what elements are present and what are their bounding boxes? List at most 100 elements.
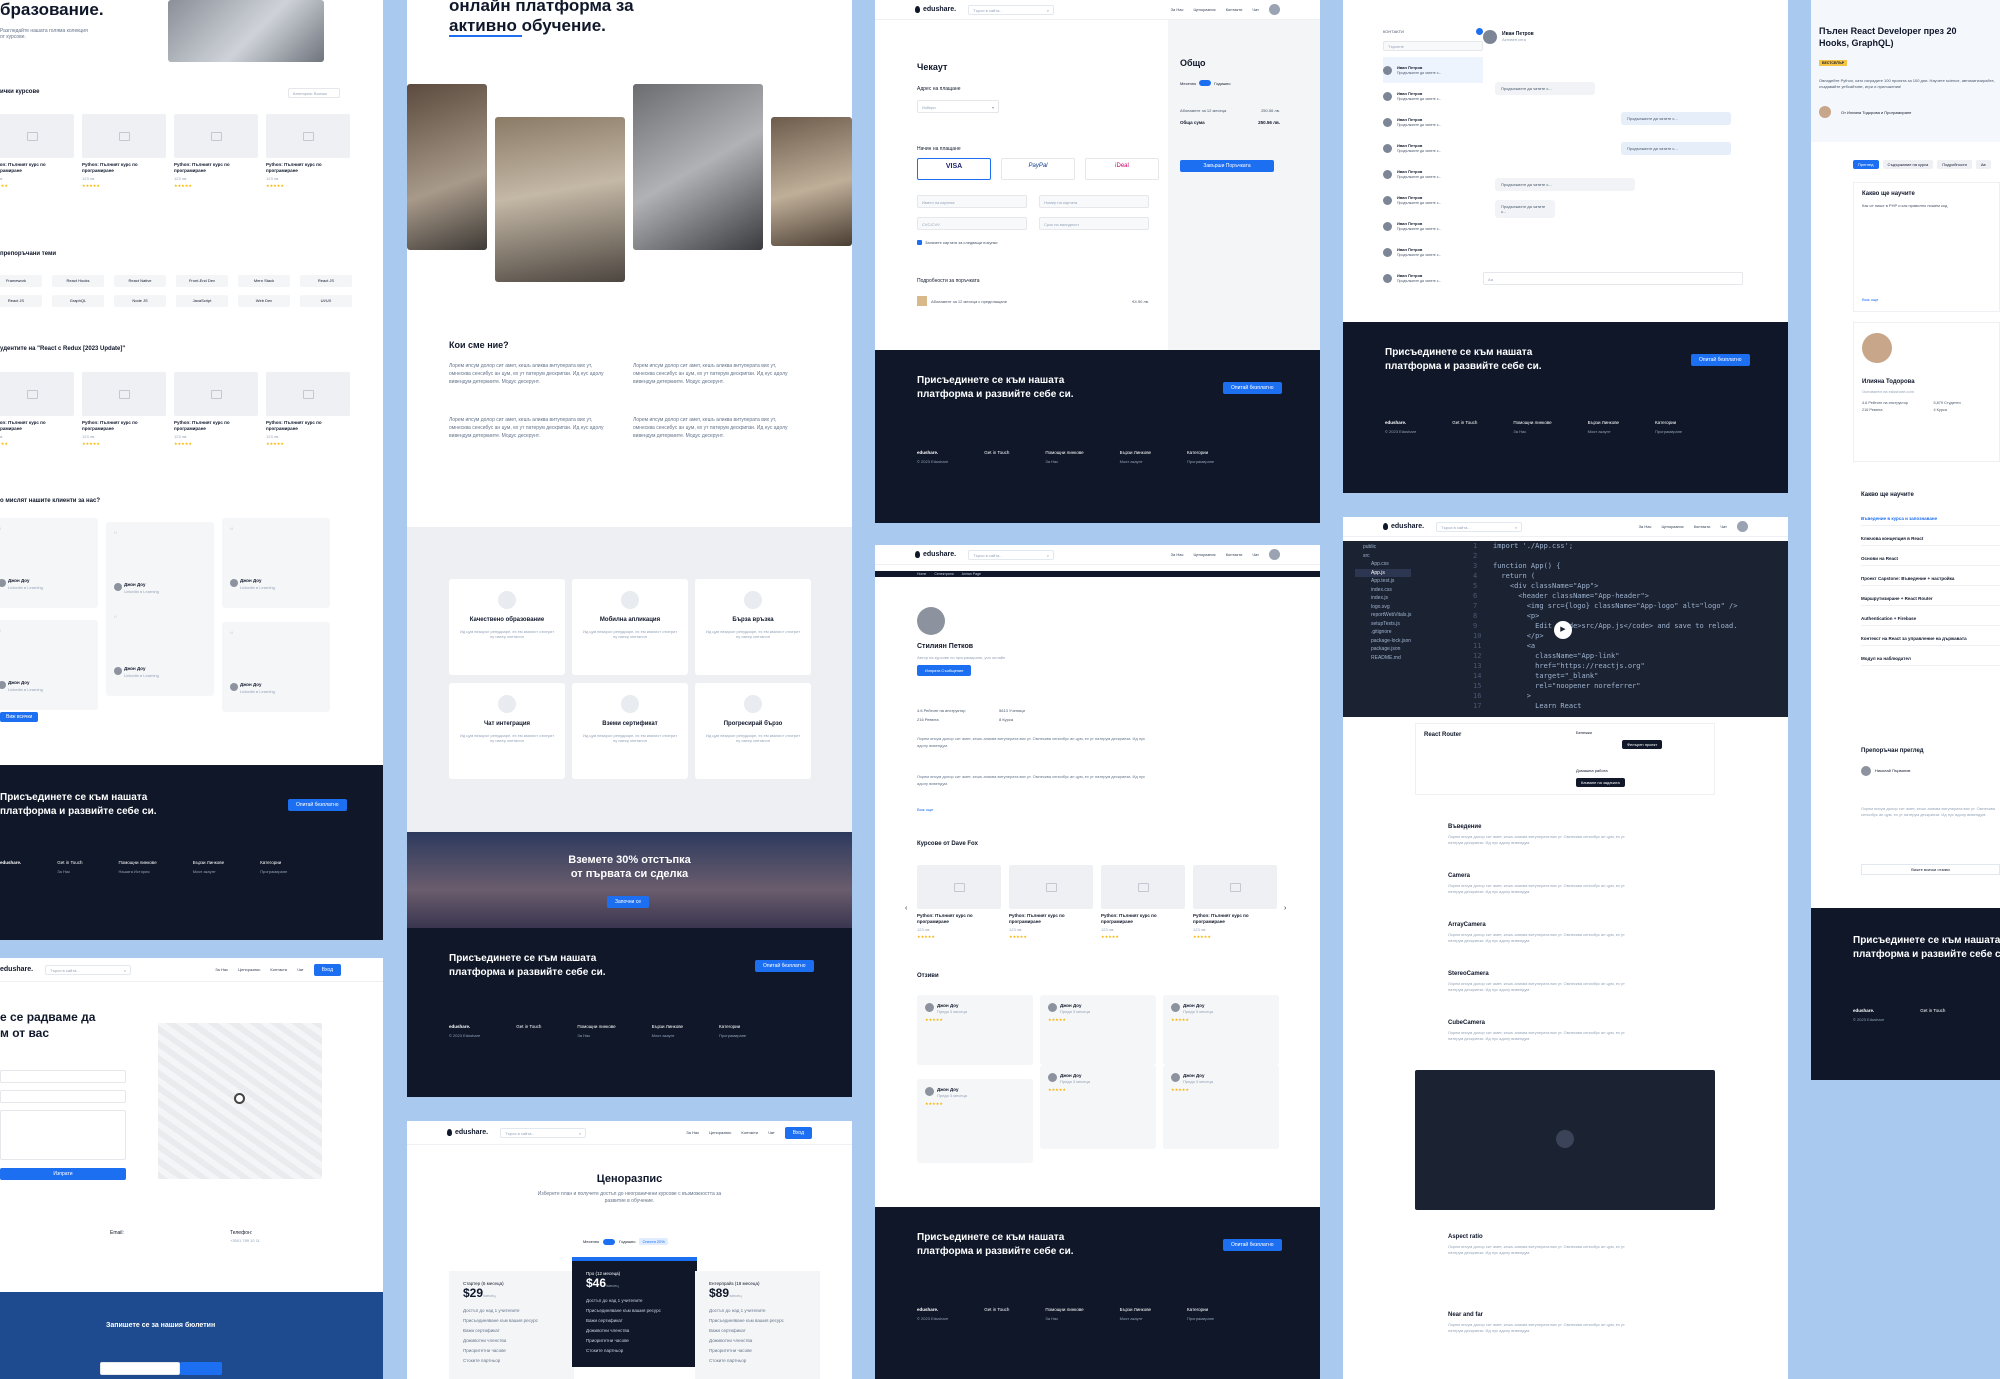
nav-pricing[interactable]: Ценоразпис	[1661, 524, 1683, 529]
billing-toggle[interactable]: Месечно Годишно Спести 20%	[583, 1238, 668, 1245]
nav-chat[interactable]: Чат	[1252, 7, 1259, 12]
search-input[interactable]: Търси в сайта... ⌕	[968, 549, 1055, 560]
topic-chip[interactable]: Node JS	[114, 295, 166, 307]
user-avatar[interactable]	[1269, 4, 1280, 15]
contacts-search[interactable]: Търсене	[1383, 41, 1483, 51]
login-button[interactable]: Вход	[784, 1126, 812, 1139]
contact-item[interactable]: Иван Петров Продължихте да чатите с...	[1383, 187, 1483, 213]
file-tree-item[interactable]: src	[1355, 552, 1411, 561]
file-tree-item[interactable]: README.md	[1355, 654, 1411, 663]
nav-contacts[interactable]: Контакти	[270, 967, 287, 972]
checkbox[interactable]	[917, 240, 922, 245]
carousel-prev-icon[interactable]: ‹	[905, 905, 907, 912]
course-card[interactable]: Python: Пълният курс по програмиране 123 …	[82, 372, 166, 452]
plan-card[interactable]: Ентерпрайз (18 месеца) $89/месец Достъп до…	[695, 1271, 820, 1379]
expiry-input[interactable]: Срок на валидност	[1039, 217, 1149, 230]
search-input[interactable]: Търси в сайта... ⌕	[500, 1127, 587, 1138]
file-tree-item[interactable]: reportWebVitals.js	[1355, 611, 1411, 620]
send-message-button[interactable]: Изпрати Съобщение	[917, 665, 972, 676]
nav-chat[interactable]: Чат	[1720, 524, 1727, 529]
remember-card[interactable]: Запазете картата за следващи покупки	[917, 240, 998, 245]
file-tree-item[interactable]: package-lock.json	[1355, 637, 1411, 646]
module-item[interactable]: Въведение в курса и запознаване	[1861, 516, 2000, 526]
brand-logo[interactable]: edushare.	[447, 1129, 488, 1136]
topic-chip[interactable]: Web Dev	[238, 295, 290, 307]
cvc-input[interactable]: CVC/CVV	[917, 217, 1027, 230]
nav-contacts[interactable]: Контакти	[741, 1130, 758, 1135]
topic-chip[interactable]: React Native	[114, 275, 166, 287]
course-card[interactable]: Python: Пълният курс по програмиране 123 …	[917, 865, 1001, 945]
send-button[interactable]: Изпрати	[0, 1168, 126, 1180]
plan-card[interactable]: Про (12 месеца) $46/месец Достъп до над 1 …	[572, 1257, 697, 1367]
nav-about[interactable]: За Нас	[686, 1130, 699, 1135]
card-number-input[interactable]: Номер на картата	[1039, 195, 1149, 208]
footer-cta-button[interactable]: Опитай безплатно	[1223, 1239, 1282, 1251]
course-card[interactable]: Python: Пълният курс по програмиране 123 …	[1193, 865, 1277, 945]
file-tree-item[interactable]: App.js	[1355, 568, 1412, 577]
nav-chat[interactable]: Чат	[1252, 552, 1259, 557]
file-tree-item[interactable]: index.js	[1355, 594, 1411, 603]
user-avatar[interactable]	[1269, 549, 1280, 560]
nav-about[interactable]: За Нас	[1171, 552, 1184, 557]
course-card[interactable]: Python: Пълният курс по програмиране 123 …	[174, 372, 258, 452]
tab-author[interactable]: Ав	[1975, 160, 1991, 169]
brand-logo[interactable]: edushare.	[915, 6, 956, 13]
module-item[interactable]: Контекст на React за управление на държа…	[1861, 636, 2000, 646]
nav-pricing[interactable]: Ценоразпис	[1193, 552, 1215, 557]
topic-chip[interactable]: JavaScript	[176, 295, 228, 307]
brand-logo[interactable]: edushare.	[0, 966, 33, 973]
course-card[interactable]: Python: Пълният курс по програмиране 123 …	[174, 114, 258, 194]
topic-chip[interactable]: Front-End Dev	[176, 275, 228, 287]
file-tree-item[interactable]: package.json	[1355, 645, 1411, 654]
module-item[interactable]: Маршрутизиране + React Router	[1861, 596, 2000, 606]
play-icon[interactable]: ▶	[1554, 621, 1572, 639]
summary-billing-toggle[interactable]: Месечно Годишно	[1180, 80, 1230, 86]
topic-chip[interactable]: Mern Stack	[238, 275, 290, 287]
download-button[interactable]: Фелърен проект	[1622, 740, 1663, 749]
contact-item[interactable]: Иван Петров Продължихте да чатите с...	[1383, 109, 1483, 135]
contact-item[interactable]: Иван Петров Продължихте да чатите с...	[1383, 83, 1483, 109]
name-field[interactable]	[0, 1070, 126, 1083]
file-tree-item[interactable]: App.css	[1355, 560, 1411, 569]
brand-logo[interactable]: edushare.	[915, 551, 956, 558]
file-tree-item[interactable]: .gitignore	[1355, 628, 1411, 637]
course-card[interactable]: Python: Пълният курс по програмиране 123 …	[0, 114, 74, 194]
see-all-button[interactable]: Виж всички	[0, 712, 39, 722]
module-item[interactable]: Ключова концепция в React	[1861, 536, 2000, 546]
video-player[interactable]: public src App.css App.js App.test.js index.c…	[1343, 541, 1788, 717]
module-item[interactable]: Основи на React	[1861, 556, 2000, 566]
course-card[interactable]: Python: Пълният курс по програмиране 123 …	[0, 372, 74, 452]
pay-visa[interactable]: VISA	[917, 158, 991, 180]
nav-contacts[interactable]: Контакти	[1226, 552, 1243, 557]
new-chat-icon[interactable]	[1476, 28, 1483, 35]
file-tree-item[interactable]: public	[1355, 543, 1411, 552]
footer-link[interactable]: За Нас	[57, 869, 70, 874]
search-input[interactable]: Търси в сайта... ⌕	[1436, 521, 1523, 532]
see-more-link[interactable]: Виж още	[1862, 297, 1878, 302]
country-select[interactable]: Избери ▾	[917, 100, 999, 113]
billing-monthly[interactable]: Месечно	[583, 1239, 599, 1244]
footer-cta-button[interactable]: Опитай безплатно	[1223, 382, 1282, 394]
message-input[interactable]: Аа	[1483, 272, 1743, 285]
nav-pricing[interactable]: Ценоразпис	[1193, 7, 1215, 12]
topic-chip[interactable]: UI/UX	[300, 295, 352, 307]
newsletter-email-input[interactable]	[100, 1362, 180, 1375]
tab-overview[interactable]: Преглед	[1853, 160, 1879, 169]
nav-about[interactable]: За Нас	[1639, 524, 1652, 529]
file-tree-item[interactable]: setupTests.js	[1355, 620, 1411, 629]
footer-cta-button[interactable]: Опитай безплатно	[288, 799, 347, 811]
promo-button[interactable]: Започни се	[607, 896, 650, 908]
plan-card[interactable]: Стартер (6 месеца) $29/месец Достъп до над…	[449, 1271, 574, 1379]
see-all-reviews[interactable]: Вижте всички отзиви	[1861, 864, 2000, 875]
user-avatar[interactable]	[1737, 521, 1748, 532]
contact-item[interactable]: Иван Петров Продължихте да чатите с...	[1383, 239, 1483, 265]
billing-yearly[interactable]: Годишно	[619, 1239, 635, 1244]
toggle-switch[interactable]	[603, 1238, 616, 1245]
message-field[interactable]	[0, 1110, 126, 1160]
footer-link[interactable]: Програмиране	[260, 869, 287, 874]
file-tree-item[interactable]: App.test.js	[1355, 577, 1411, 586]
nav-chat[interactable]: Чат	[768, 1130, 775, 1135]
topic-chip[interactable]: Framework	[0, 275, 42, 287]
contact-item[interactable]: Иван Петров Продължихте да чатите с...	[1383, 213, 1483, 239]
footer-cta-button[interactable]: Опитай безплатно	[1691, 354, 1750, 366]
